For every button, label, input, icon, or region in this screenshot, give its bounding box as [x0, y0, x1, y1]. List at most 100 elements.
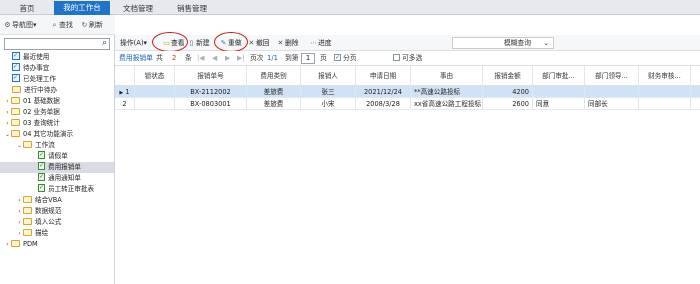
cell-amount: 2600: [483, 98, 533, 110]
grid-toolbar: 操作(A)▾ ▭查看 ▯ 新建 ✎ 重做 ✕ 撤回 ✕ 删除 ⋯进度 模糊查询 ⌄: [115, 32, 700, 52]
table-row[interactable]: ▶ 1 BX-2112002 差旅费 张三 2021/12/24 **高速公路投…: [115, 86, 700, 98]
tree-item-workflow[interactable]: ⌄ 工作流: [16, 140, 55, 151]
fuzzy-query-select[interactable]: 模糊查询 ⌄: [452, 37, 554, 49]
cell-amount: 4200: [483, 86, 533, 98]
paginate-checkbox[interactable]: 分页: [334, 52, 357, 64]
cell-finance-review: [639, 98, 691, 110]
total-suffix: 条: [185, 54, 192, 62]
chevron-right-icon[interactable]: ›: [4, 239, 11, 250]
top-tab-bar: 首页 我的工作台 文档管理 销售管理: [0, 0, 700, 15]
tab-doc-management[interactable]: 文档管理: [112, 2, 164, 15]
search-icon: ⌕: [52, 21, 57, 29]
cell-claimant: 张三: [301, 86, 356, 98]
tree-item-business-docs[interactable]: › 02 业务单据: [4, 107, 60, 118]
next-page-icon[interactable]: ▶: [225, 53, 230, 64]
tree-item-other-demos[interactable]: ⌄ 04 其它功能演示: [4, 129, 73, 140]
col-reason[interactable]: 事由: [411, 66, 483, 86]
checkbox-icon: [393, 54, 400, 61]
tree-item-vba[interactable]: › 结合VBA: [16, 195, 62, 206]
tab-home[interactable]: 首页: [4, 2, 50, 15]
chevron-right-icon[interactable]: ›: [4, 107, 11, 118]
tree-item-data-rules[interactable]: › 数据规范: [16, 206, 61, 217]
chevron-right-icon[interactable]: ›: [16, 228, 23, 239]
page-prefix: 页次: [250, 54, 264, 62]
col-lock-status[interactable]: 锁状态: [135, 66, 175, 86]
cell-dept-approval: 同意: [533, 98, 585, 110]
chevron-down-icon: ⌄: [543, 39, 549, 47]
cell-reason: **高速公路投标: [411, 86, 483, 98]
row-index: 2: [115, 98, 135, 110]
folder-icon: [11, 119, 20, 126]
col-amount[interactable]: 报销金额: [483, 66, 533, 86]
find-button[interactable]: ⌕ 查找: [50, 19, 73, 31]
chevron-down-icon[interactable]: ⌄: [4, 129, 11, 140]
chevron-down-icon: ▾: [143, 39, 147, 47]
new-button[interactable]: ▯ 新建: [187, 37, 210, 49]
page-number-input[interactable]: 1: [301, 53, 315, 64]
chevron-down-icon: ▾: [33, 21, 37, 29]
tab-sales-management[interactable]: 销售管理: [166, 2, 218, 15]
table-row[interactable]: 2 BX-0803001 差旅费 小宋 2008/3/28 xx省高速公路工程投…: [115, 98, 700, 110]
cell-lock: [135, 98, 175, 110]
folder-icon: [23, 207, 32, 214]
cell-category: 差旅费: [247, 98, 301, 110]
search-icon[interactable]: ⌕: [102, 38, 107, 48]
chevron-right-icon[interactable]: ›: [16, 217, 23, 228]
progress-button[interactable]: ⋯进度: [309, 37, 332, 49]
col-dept-leader[interactable]: 部门领导...: [585, 66, 639, 86]
cell-category: 差旅费: [247, 86, 301, 98]
nav-map-icon: ⚙: [4, 21, 11, 29]
total-count: 2: [172, 54, 177, 62]
done-icon: [12, 72, 20, 83]
todo-icon: [12, 61, 20, 72]
col-claimant[interactable]: 报销人: [301, 66, 356, 86]
withdraw-button[interactable]: ✕ 撤回: [247, 37, 270, 49]
tree-search-input[interactable]: ⌕: [4, 38, 110, 50]
col-apply-date[interactable]: 申请日期: [356, 66, 411, 86]
chevron-right-icon[interactable]: ›: [16, 195, 23, 206]
tree-item-in-progress[interactable]: 进行中待办: [12, 85, 57, 96]
row-indicator-header: [115, 66, 135, 86]
form-icon: [38, 160, 45, 171]
current-row-icon: ▶: [119, 90, 124, 96]
col-dept-approval[interactable]: 部门审批...: [533, 66, 585, 86]
prev-page-icon[interactable]: ◀: [212, 53, 217, 64]
tab-my-workbench[interactable]: 我的工作台: [54, 1, 110, 15]
folder-icon: [12, 86, 21, 93]
chevron-down-icon[interactable]: ⌄: [16, 140, 23, 151]
tree-item-notice-form[interactable]: 通用通知单: [38, 171, 81, 184]
chevron-right-icon[interactable]: ›: [4, 118, 11, 129]
tree-item-expense-form[interactable]: 费用报销单: [0, 160, 114, 173]
tree-item-drawing[interactable]: › 描绘: [16, 228, 48, 239]
refresh-button[interactable]: ↻ 刷新: [80, 19, 103, 31]
folder-icon: [11, 130, 20, 137]
grid-header: 锁状态 报销单号 费用类别 报销人 申请日期 事由 报销金额 部门审批... 部…: [115, 66, 700, 86]
col-category[interactable]: 费用类别: [247, 66, 301, 86]
close-icon: ✕: [248, 39, 255, 47]
chevron-right-icon[interactable]: ›: [16, 206, 23, 217]
delete-button[interactable]: ✕ 删除: [276, 37, 299, 49]
page-suffix: 页: [320, 54, 327, 62]
tree-item-basic-data[interactable]: › 01 基础数据: [4, 96, 60, 107]
col-finance-review[interactable]: 财务审核...: [639, 66, 691, 86]
form-icon: [38, 171, 45, 182]
chevron-right-icon[interactable]: ›: [4, 96, 11, 107]
col-expense-no[interactable]: 报销单号: [175, 66, 247, 86]
folder-icon: [23, 141, 32, 148]
multi-select-checkbox[interactable]: 可多选: [393, 53, 422, 64]
nav-map-button[interactable]: ⚙导航图▾: [3, 19, 37, 31]
cell-lock: [135, 86, 175, 98]
first-page-icon[interactable]: |◀: [197, 53, 205, 64]
page-of: 1/1: [267, 54, 278, 62]
tree-item-formula[interactable]: › 填入公式: [16, 217, 61, 228]
tree-item-done[interactable]: 已处理工作: [12, 72, 56, 85]
operate-menu-button[interactable]: 操作(A)▾: [120, 37, 147, 49]
form-icon: [38, 149, 45, 160]
tree-item-query-stats[interactable]: › 03 查询统计: [4, 118, 60, 129]
folder-icon: [23, 218, 32, 225]
tree-item-pdm[interactable]: › PDM: [4, 239, 38, 250]
total-prefix: 共: [156, 54, 163, 62]
cell-dept-leader: 同部长: [585, 98, 639, 110]
tree-item-regularization-form[interactable]: 员工转正审批表: [38, 182, 94, 195]
last-page-icon[interactable]: ▶|: [237, 53, 245, 64]
